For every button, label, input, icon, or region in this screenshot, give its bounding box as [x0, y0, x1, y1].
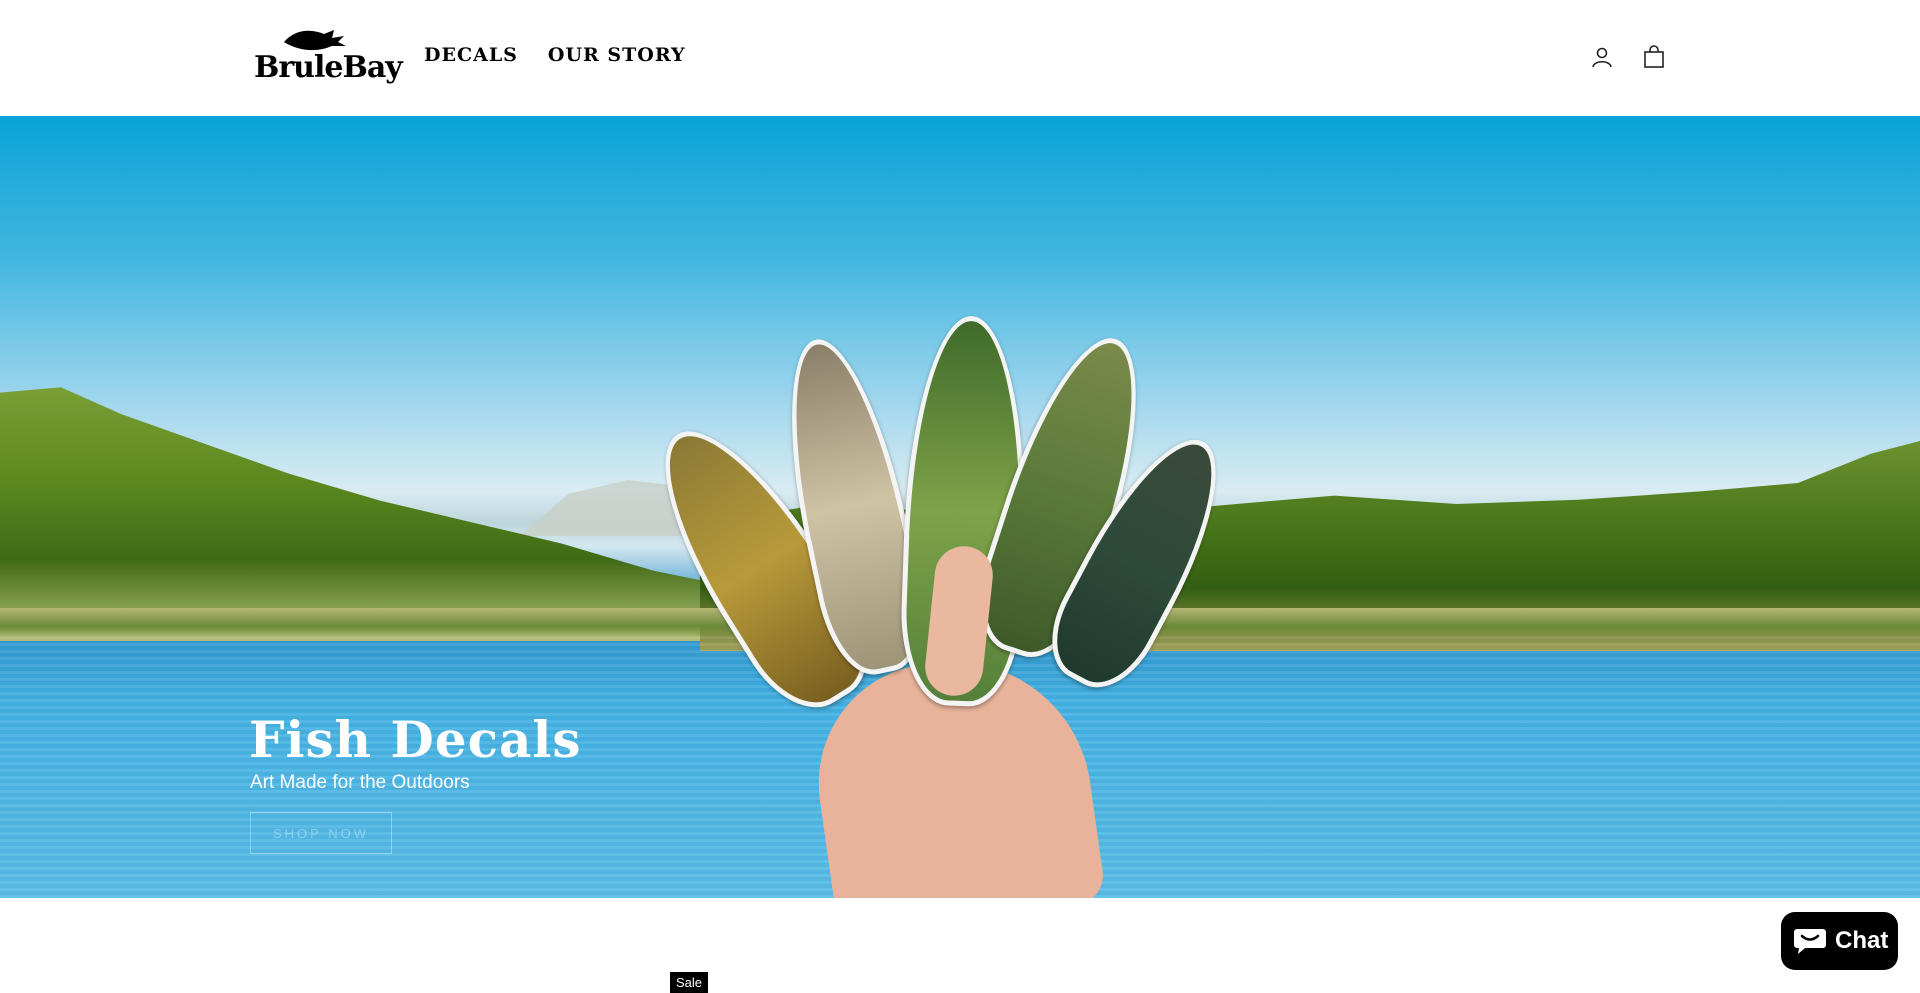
nav-decals[interactable]: DECALS [424, 44, 518, 66]
brulebay-logo[interactable]: BruleBay [254, 28, 403, 86]
main-nav: DECALS OUR STORY [424, 44, 686, 66]
hero-banner: Fish Decals Art Made for the Outdoors SH… [0, 116, 1920, 898]
shop-now-button[interactable]: SHOP NOW [250, 812, 392, 854]
cart-icon[interactable] [1642, 45, 1666, 69]
hero-title: Fish Decals [249, 710, 582, 769]
hero-subtitle: Art Made for the Outdoors [250, 772, 470, 793]
sale-badge: Sale [670, 972, 708, 993]
chat-button[interactable]: Chat [1781, 912, 1898, 970]
header-actions [1590, 45, 1666, 69]
chat-bubble-icon [1794, 929, 1826, 954]
chat-label: Chat [1835, 927, 1889, 954]
nav-our-story[interactable]: OUR STORY [548, 44, 686, 66]
account-icon[interactable] [1590, 45, 1614, 69]
logo-text: BruleBay [254, 50, 403, 85]
site-header: BruleBay DECALS OUR STORY [0, 0, 1920, 116]
